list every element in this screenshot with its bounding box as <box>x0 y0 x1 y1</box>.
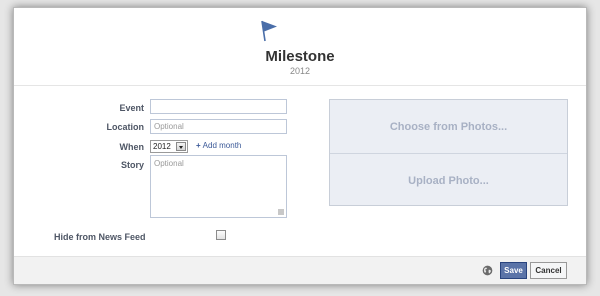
photo-panel: Choose from Photos... Upload Photo... <box>329 99 568 206</box>
save-button[interactable]: Save <box>500 262 527 279</box>
globe-icon[interactable] <box>482 265 493 276</box>
add-month-link[interactable]: + Add month <box>196 141 241 150</box>
choose-from-photos-label: Choose from Photos... <box>389 120 508 133</box>
upload-photo-button[interactable]: Upload Photo... <box>330 154 567 207</box>
location-input[interactable]: Optional <box>150 119 287 134</box>
story-label: Story <box>120 160 144 170</box>
event-input[interactable] <box>150 99 287 114</box>
when-label: When <box>119 142 145 152</box>
year-select[interactable]: 2012 <box>150 140 188 153</box>
dialog-header: Milestone 2012 <box>14 8 586 86</box>
year-select-value: 2012 <box>153 142 171 151</box>
hide-from-news-feed-checkbox[interactable] <box>216 230 226 240</box>
flag-icon <box>261 20 277 42</box>
choose-from-photos-button[interactable]: Choose from Photos... <box>330 100 567 153</box>
chevron-down-icon[interactable] <box>176 142 186 151</box>
story-textarea[interactable]: Optional <box>150 155 287 218</box>
upload-photo-label: Upload Photo... <box>408 174 489 187</box>
milestone-dialog: Milestone 2012 Event Location Optional W… <box>13 7 587 285</box>
story-placeholder: Optional <box>154 159 184 168</box>
add-month-label: Add month <box>202 141 242 150</box>
hide-from-news-feed-label: Hide from News Feed <box>54 232 146 242</box>
location-label: Location <box>106 122 145 132</box>
dialog-title: Milestone <box>265 48 335 65</box>
event-label: Event <box>119 103 144 113</box>
dialog-year: 2012 <box>289 66 311 76</box>
resize-grip-icon[interactable] <box>278 209 284 215</box>
plus-icon: + <box>196 141 201 150</box>
cancel-button[interactable]: Cancel <box>530 262 567 279</box>
dialog-footer: Save Cancel <box>14 256 586 284</box>
